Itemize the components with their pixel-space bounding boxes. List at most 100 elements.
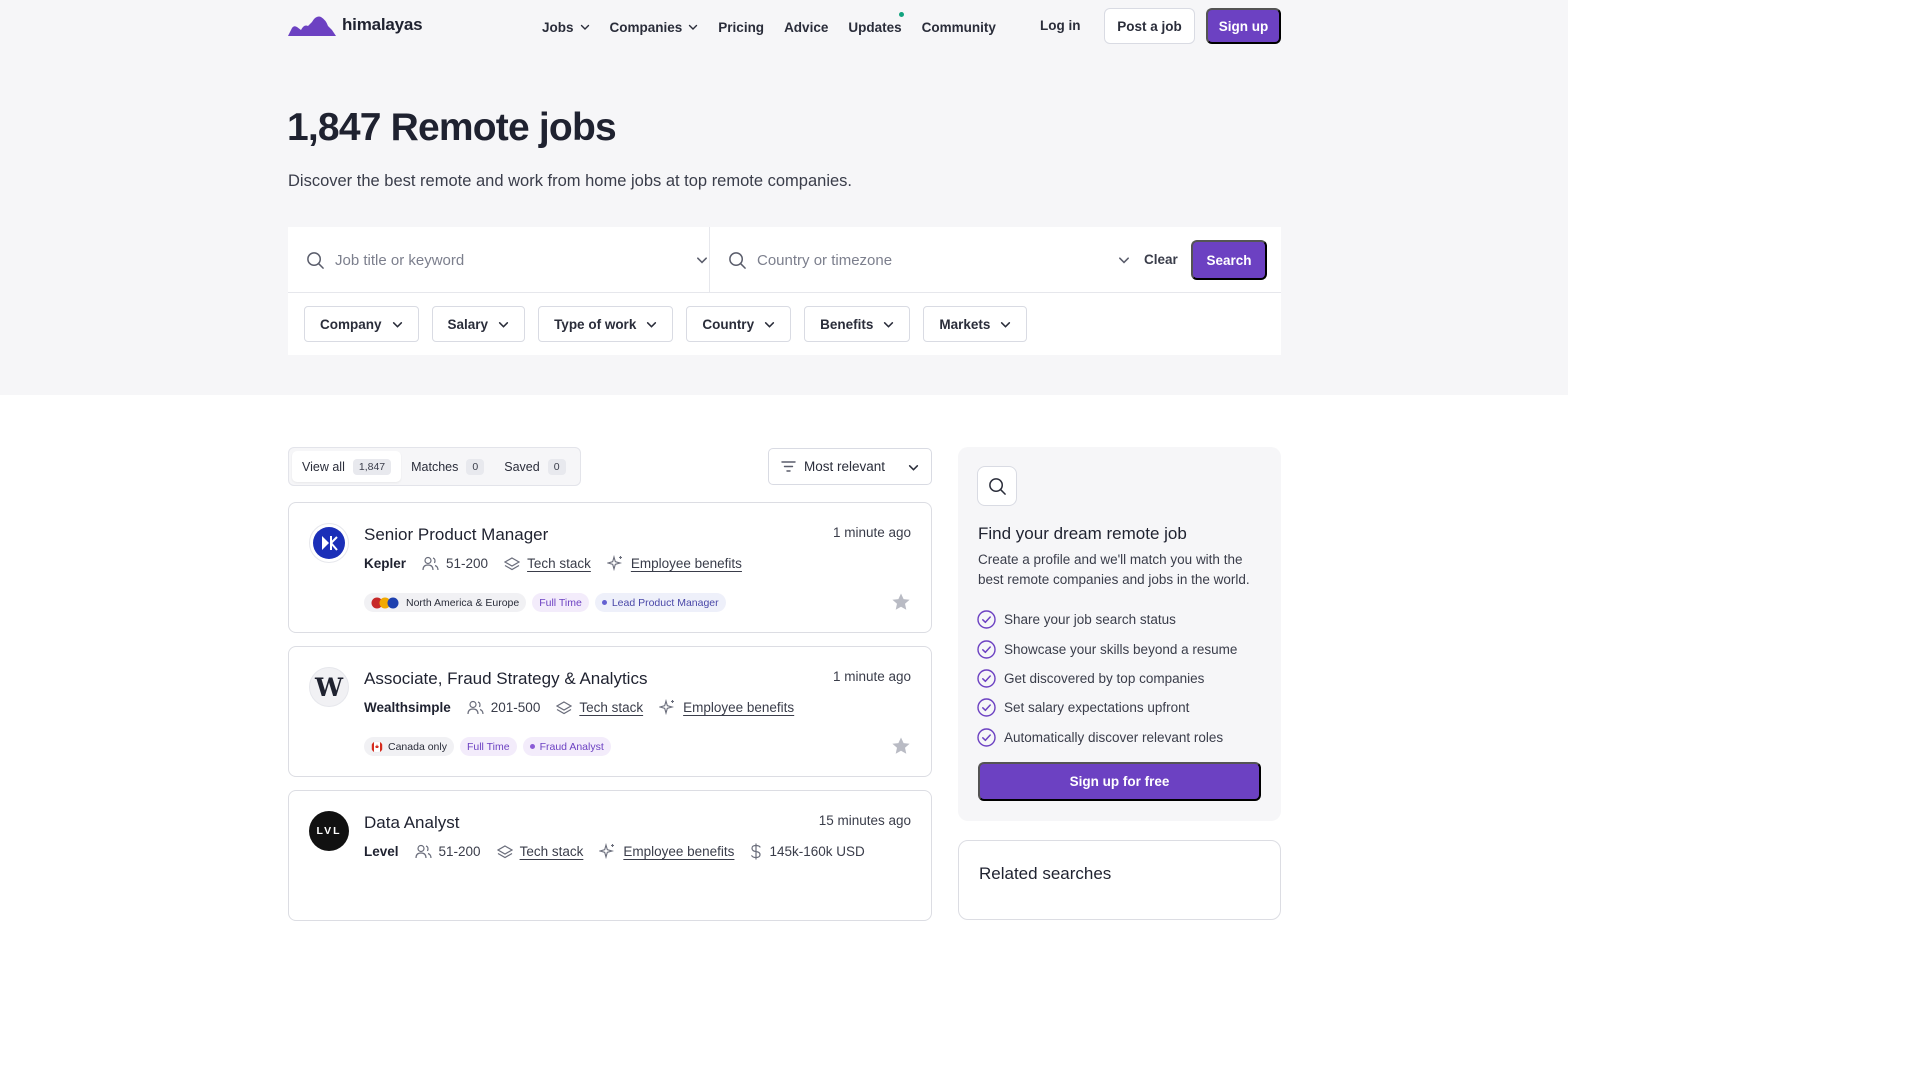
region-flags-icon bbox=[371, 597, 399, 608]
job-title[interactable]: Data Analyst bbox=[364, 813, 459, 833]
company-logo-kepler bbox=[309, 523, 349, 563]
company-size: 51-200 bbox=[414, 844, 481, 859]
location-tag[interactable]: North America & Europe bbox=[364, 593, 527, 612]
filter-bar: Company Salary Type of work Country Bene… bbox=[304, 306, 1028, 342]
nav-advice[interactable]: Advice bbox=[784, 18, 828, 36]
company-logo-wealthsimple: W bbox=[309, 667, 349, 707]
promo-title: Find your dream remote job bbox=[978, 524, 1187, 543]
chevron-down-icon[interactable] bbox=[696, 254, 708, 266]
benefits-link[interactable]: Employee benefits bbox=[606, 555, 742, 572]
chevron-down-icon bbox=[647, 321, 657, 328]
page-title: 1,847 Remote jobs bbox=[287, 106, 617, 149]
tech-stack-label: Tech stack bbox=[519, 844, 584, 859]
check-circle-icon bbox=[977, 728, 996, 747]
filter-benefits[interactable]: Benefits bbox=[804, 306, 911, 342]
search-icon bbox=[307, 251, 324, 269]
tab-view-all[interactable]: View all 1,847 bbox=[292, 451, 402, 482]
benefits-link[interactable]: Employee benefits bbox=[599, 843, 734, 860]
chevron-down-icon bbox=[1001, 321, 1011, 328]
posted-time: 1 minute ago bbox=[832, 525, 911, 540]
job-type-tag[interactable]: Full Time bbox=[459, 737, 517, 756]
login-link[interactable]: Log in bbox=[1040, 18, 1081, 33]
tab-count: 1,847 bbox=[352, 458, 392, 475]
tab-saved[interactable]: Saved 0 bbox=[494, 451, 575, 482]
checklist-item: Automatically discover relevant roles bbox=[977, 723, 1237, 752]
level-logo-text: LVL bbox=[316, 825, 342, 837]
nav-updates[interactable]: Updates bbox=[848, 12, 904, 36]
chevron-down-icon bbox=[689, 24, 698, 30]
benefits-link[interactable]: Employee benefits bbox=[659, 699, 794, 716]
signup-promo-card: Find your dream remote job Create a prof… bbox=[958, 447, 1281, 821]
sort-dropdown[interactable]: Most relevant bbox=[768, 448, 932, 485]
location-label: Canada only bbox=[388, 740, 447, 753]
page-subtitle: Discover the best remote and work from h… bbox=[288, 172, 853, 190]
job-title[interactable]: Senior Product Manager bbox=[364, 525, 548, 545]
filter-salary[interactable]: Salary bbox=[431, 306, 526, 342]
check-circle-icon bbox=[977, 639, 996, 659]
role-tag[interactable]: Fraud Analyst bbox=[522, 737, 611, 756]
search-button[interactable]: Search bbox=[1191, 240, 1267, 280]
check-circle-icon bbox=[977, 669, 996, 688]
chevron-down-icon[interactable] bbox=[1118, 254, 1130, 266]
company-name[interactable]: Level bbox=[364, 844, 399, 859]
wealthsimple-logo-icon: W bbox=[314, 672, 344, 702]
star-icon[interactable] bbox=[891, 736, 911, 756]
checklist-item: Showcase your skills beyond a resume bbox=[977, 634, 1237, 663]
filter-type-of-work[interactable]: Type of work bbox=[538, 306, 674, 342]
clear-button[interactable]: Clear bbox=[1144, 252, 1178, 267]
benefits-label: Employee benefits bbox=[683, 700, 795, 715]
brand-logo[interactable]: himalayas bbox=[288, 14, 423, 36]
company-name[interactable]: Wealthsimple bbox=[364, 700, 451, 715]
chevron-down-icon bbox=[884, 321, 894, 328]
job-card[interactable]: W Associate, Fraud Strategy & Analytics … bbox=[288, 646, 932, 777]
nav-companies[interactable]: Companies bbox=[610, 18, 699, 36]
job-title[interactable]: Associate, Fraud Strategy & Analytics bbox=[364, 669, 647, 689]
results-tabs: View all 1,847 Matches 0 Saved 0 bbox=[288, 447, 581, 486]
salary-value: 145k-160k USD bbox=[769, 844, 865, 859]
location-search-input[interactable]: Country or timezone bbox=[728, 227, 1130, 293]
job-card[interactable]: Senior Product Manager 1 minute ago Kepl… bbox=[288, 502, 932, 633]
chevron-down-icon bbox=[498, 321, 509, 328]
filter-company[interactable]: Company bbox=[304, 306, 419, 342]
tab-label: Matches bbox=[411, 459, 459, 474]
role-dot bbox=[601, 600, 607, 605]
tab-count: 0 bbox=[547, 458, 566, 475]
chevron-down-icon bbox=[764, 321, 775, 328]
role-tag[interactable]: Lead Product Manager bbox=[594, 593, 726, 612]
company-name[interactable]: Kepler bbox=[364, 556, 406, 571]
tech-stack-link[interactable]: Tech stack bbox=[496, 844, 584, 859]
checklist-label: Automatically discover relevant roles bbox=[1004, 729, 1224, 745]
mountain-logo-icon bbox=[288, 16, 336, 36]
dollar-icon bbox=[751, 843, 762, 860]
tab-label: View all bbox=[302, 459, 345, 474]
nav-community-label: Community bbox=[921, 19, 996, 35]
job-type-tag[interactable]: Full Time bbox=[532, 593, 589, 612]
signup-free-button[interactable]: Sign up for free bbox=[978, 762, 1261, 801]
role-dot bbox=[529, 744, 535, 749]
nav-pricing[interactable]: Pricing bbox=[718, 18, 764, 36]
posted-time: 1 minute ago bbox=[832, 669, 911, 684]
keyword-search-input[interactable]: Job title or keyword bbox=[306, 227, 708, 293]
tech-stack-link[interactable]: Tech stack bbox=[504, 556, 591, 571]
checklist-label: Get discovered by top companies bbox=[1004, 670, 1205, 686]
search-panel: Job title or keyword Country or timezone… bbox=[288, 227, 1281, 355]
company-size: 51-200 bbox=[422, 556, 488, 571]
nav-community[interactable]: Community bbox=[922, 18, 996, 36]
nav-jobs[interactable]: Jobs bbox=[542, 18, 590, 36]
star-icon[interactable] bbox=[891, 592, 911, 612]
filter-markets[interactable]: Markets bbox=[923, 306, 1028, 342]
layers-icon bbox=[556, 700, 573, 714]
chevron-down-icon bbox=[908, 465, 919, 471]
filter-lines-icon bbox=[781, 461, 796, 472]
new-updates-dot bbox=[898, 12, 904, 17]
check-circle-icon bbox=[977, 610, 996, 629]
company-logo-level: LVL bbox=[309, 811, 349, 851]
tech-stack-link[interactable]: Tech stack bbox=[556, 700, 643, 715]
signup-button[interactable]: Sign up bbox=[1206, 8, 1281, 44]
role-label: Fraud Analyst bbox=[539, 740, 604, 753]
filter-country[interactable]: Country bbox=[686, 306, 792, 342]
tab-matches[interactable]: Matches 0 bbox=[401, 451, 494, 482]
job-card[interactable]: LVL Data Analyst 15 minutes ago Level 51… bbox=[288, 790, 932, 921]
location-tag[interactable]: Canada only bbox=[364, 737, 454, 756]
post-job-button[interactable]: Post a job bbox=[1104, 8, 1195, 44]
